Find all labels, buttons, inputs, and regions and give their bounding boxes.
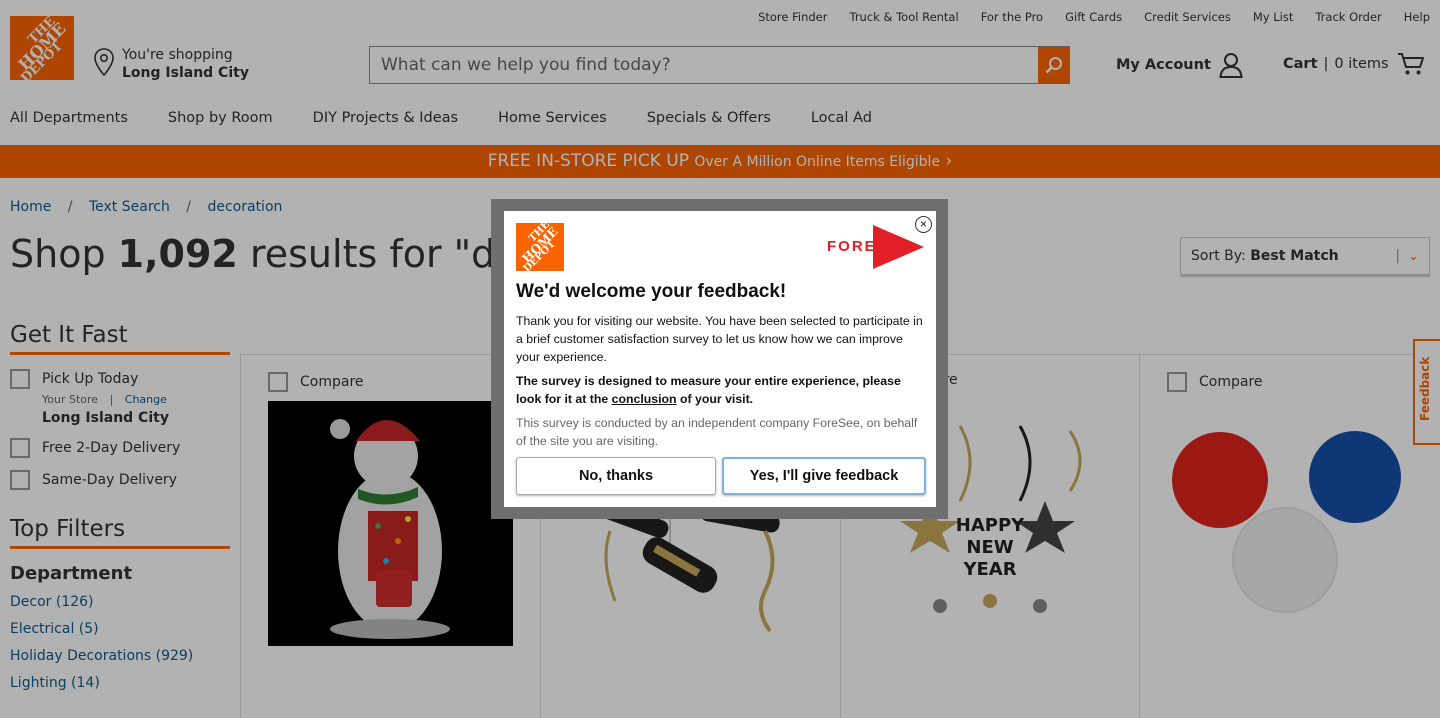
survey-note-link: conclusion: [611, 392, 677, 406]
survey-modal: THE HOME DEPOT FORESEE × We'd welcome yo…: [504, 211, 936, 507]
survey-disclaimer: This survey is conducted by an independe…: [516, 416, 918, 448]
close-button[interactable]: ×: [915, 216, 932, 233]
no-thanks-button[interactable]: No, thanks: [516, 457, 716, 495]
survey-note: The survey is designed to measure your e…: [516, 372, 928, 408]
survey-intro: Thank you for visiting our website. You …: [516, 314, 923, 364]
give-feedback-button[interactable]: Yes, I'll give feedback: [722, 457, 926, 495]
foresee-wordmark: FORESEE: [827, 238, 913, 255]
survey-title: We'd welcome your feedback!: [516, 281, 787, 302]
survey-note-after: of your visit.: [676, 392, 754, 406]
home-depot-logo: THE HOME DEPOT: [516, 223, 564, 271]
foresee-logo: FORESEE: [827, 225, 924, 269]
